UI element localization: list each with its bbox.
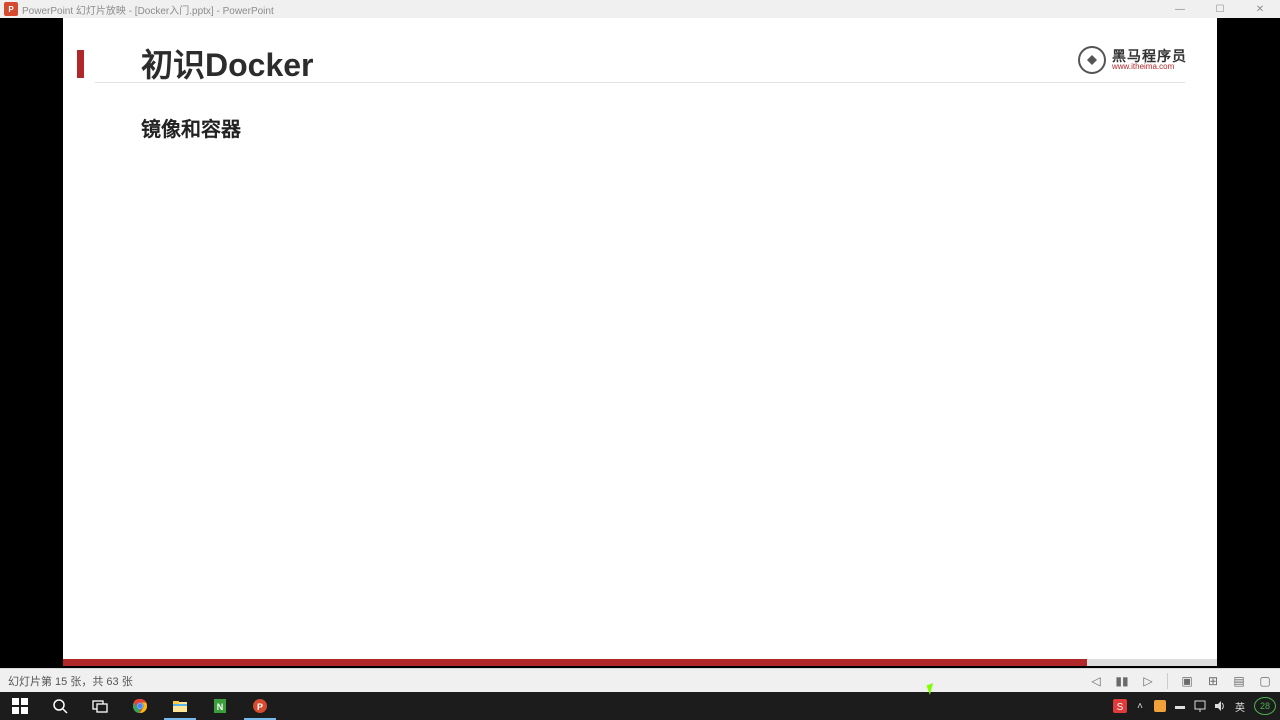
- status-bar: 幻灯片第 15 张，共 63 张 ◁ ▮▮ ▷ ▣ ⊞ ▤ ▢: [0, 668, 1280, 692]
- normal-view-icon[interactable]: ▣: [1180, 674, 1194, 688]
- brand-url: www.itheima.com: [1112, 63, 1187, 71]
- brand-logo: 黑马程序员 www.itheima.com: [1078, 46, 1187, 74]
- presentation-stage: 初识Docker 镜像和容器 黑马程序员 www.itheima.com: [0, 18, 1280, 668]
- tray-volume-icon[interactable]: [1210, 692, 1230, 720]
- task-view-button[interactable]: [80, 692, 120, 720]
- powerpoint-app-icon: P: [4, 2, 18, 16]
- minimize-button[interactable]: ―: [1160, 0, 1200, 18]
- prev-slide-icon[interactable]: ◁: [1089, 674, 1103, 688]
- close-button[interactable]: ✕: [1240, 0, 1280, 18]
- window-title: PowerPoint 幻灯片放映 - [Docker入门.pptx] - Pow…: [22, 2, 274, 17]
- slide-progress-fill: [63, 659, 1087, 666]
- status-right-controls: ◁ ▮▮ ▷ ▣ ⊞ ▤ ▢: [1089, 673, 1272, 689]
- brand-name: 黑马程序员: [1112, 49, 1187, 63]
- svg-text:P: P: [257, 702, 263, 712]
- search-button[interactable]: [40, 692, 80, 720]
- slide-progress-track: [63, 659, 1217, 666]
- window-titlebar: P PowerPoint 幻灯片放映 - [Docker入门.pptx] - P…: [0, 0, 1280, 18]
- windows-taskbar: N P S ˄ ▬ 英 28: [0, 692, 1280, 720]
- slide-title: 初识Docker: [141, 40, 314, 86]
- tray-sogou-icon[interactable]: S: [1110, 692, 1130, 720]
- reading-view-icon[interactable]: ▤: [1232, 674, 1246, 688]
- tray-chevron-up-icon[interactable]: ˄: [1130, 692, 1150, 720]
- start-button[interactable]: [0, 692, 40, 720]
- slide-subtitle: 镜像和容器: [141, 113, 241, 142]
- tray-ime-indicator[interactable]: 英: [1230, 692, 1250, 720]
- svg-text:N: N: [217, 702, 224, 712]
- tray-battery-icon[interactable]: ▬: [1170, 692, 1190, 720]
- notepad-taskbar-icon[interactable]: N: [200, 692, 240, 720]
- tray-date-badge[interactable]: 28: [1254, 697, 1276, 715]
- menu-icon[interactable]: ▮▮: [1115, 674, 1129, 688]
- title-accent-bar: [77, 50, 84, 78]
- maximize-button[interactable]: ☐: [1200, 0, 1240, 18]
- slideshow-view-icon[interactable]: ▢: [1258, 674, 1272, 688]
- next-slide-icon[interactable]: ▷: [1141, 674, 1155, 688]
- slide-counter: 幻灯片第 15 张，共 63 张: [8, 673, 133, 689]
- brand-horse-icon: [1078, 46, 1106, 74]
- powerpoint-taskbar-icon[interactable]: P: [240, 692, 280, 720]
- sorter-view-icon[interactable]: ⊞: [1206, 674, 1220, 688]
- system-tray: S ˄ ▬ 英 28: [1110, 692, 1280, 720]
- chrome-taskbar-icon[interactable]: [120, 692, 160, 720]
- tray-app-icon[interactable]: [1150, 692, 1170, 720]
- slide[interactable]: 初识Docker 镜像和容器 黑马程序员 www.itheima.com: [63, 18, 1217, 666]
- window-controls: ― ☐ ✕: [1160, 0, 1280, 18]
- tray-network-icon[interactable]: [1190, 692, 1210, 720]
- slide-divider: [95, 82, 1185, 83]
- svg-text:S: S: [1117, 702, 1124, 713]
- file-explorer-taskbar-icon[interactable]: [160, 692, 200, 720]
